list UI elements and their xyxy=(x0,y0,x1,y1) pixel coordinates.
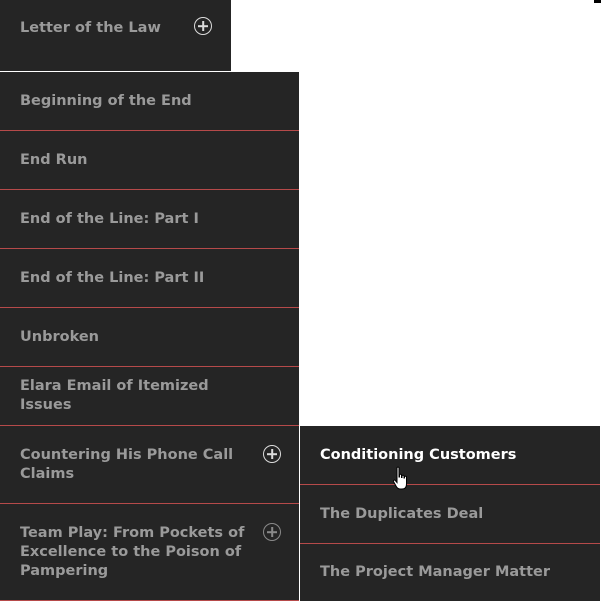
menu-item-label: Beginning of the End xyxy=(20,92,192,109)
hand-pointer-cursor-icon xyxy=(392,466,407,490)
submenu-item-duplicates-deal[interactable]: The Duplicates Deal xyxy=(300,485,600,544)
menu-item-elara-email[interactable]: Elara Email of Itemized Issues xyxy=(0,367,299,426)
submenu-item-label: The Duplicates Deal xyxy=(320,505,484,522)
menu-item-label: Unbroken xyxy=(20,328,99,345)
menu-item-label: End of the Line: Part I xyxy=(20,210,199,227)
expand-plus-icon[interactable] xyxy=(263,523,281,541)
menu-item-label: Team Play: From Pockets of Excellence to… xyxy=(20,524,245,579)
menu-item-beginning-of-the-end[interactable]: Beginning of the End xyxy=(0,72,299,131)
menu-item-unbroken[interactable]: Unbroken xyxy=(0,308,299,367)
main-menu-panel: Beginning of the End End Run End of the … xyxy=(0,72,299,601)
top-menu-panel: Letter of the Law xyxy=(0,0,231,71)
menu-item-label: Countering His Phone Call Claims xyxy=(20,446,234,482)
menu-item-label: Elara Email of Itemized Issues xyxy=(20,378,209,413)
menu-item-letter-of-the-law[interactable]: Letter of the Law xyxy=(0,0,231,56)
menu-item-label: End Run xyxy=(20,151,88,168)
submenu-item-label: The Project Manager Matter xyxy=(320,564,551,580)
submenu-item-conditioning-customers[interactable]: Conditioning Customers xyxy=(300,426,600,485)
menu-item-end-of-the-line-part-1[interactable]: End of the Line: Part I xyxy=(0,190,299,249)
menu-item-team-play[interactable]: Team Play: From Pockets of Excellence to… xyxy=(0,504,299,601)
window-corner-mark xyxy=(594,0,601,3)
menu-item-label: Letter of the Law xyxy=(20,19,161,36)
expand-plus-icon[interactable] xyxy=(194,17,212,35)
menu-item-end-run[interactable]: End Run xyxy=(0,131,299,190)
menu-item-countering-phone-call-claims[interactable]: Countering His Phone Call Claims xyxy=(0,426,299,504)
submenu-panel: Conditioning Customers The Duplicates De… xyxy=(300,426,600,601)
submenu-item-label: Conditioning Customers xyxy=(320,446,517,463)
menu-item-end-of-the-line-part-2[interactable]: End of the Line: Part II xyxy=(0,249,299,308)
menu-item-label: End of the Line: Part II xyxy=(20,269,205,286)
expand-plus-icon[interactable] xyxy=(263,445,281,463)
submenu-item-project-manager-matter[interactable]: The Project Manager Matter xyxy=(300,544,600,601)
